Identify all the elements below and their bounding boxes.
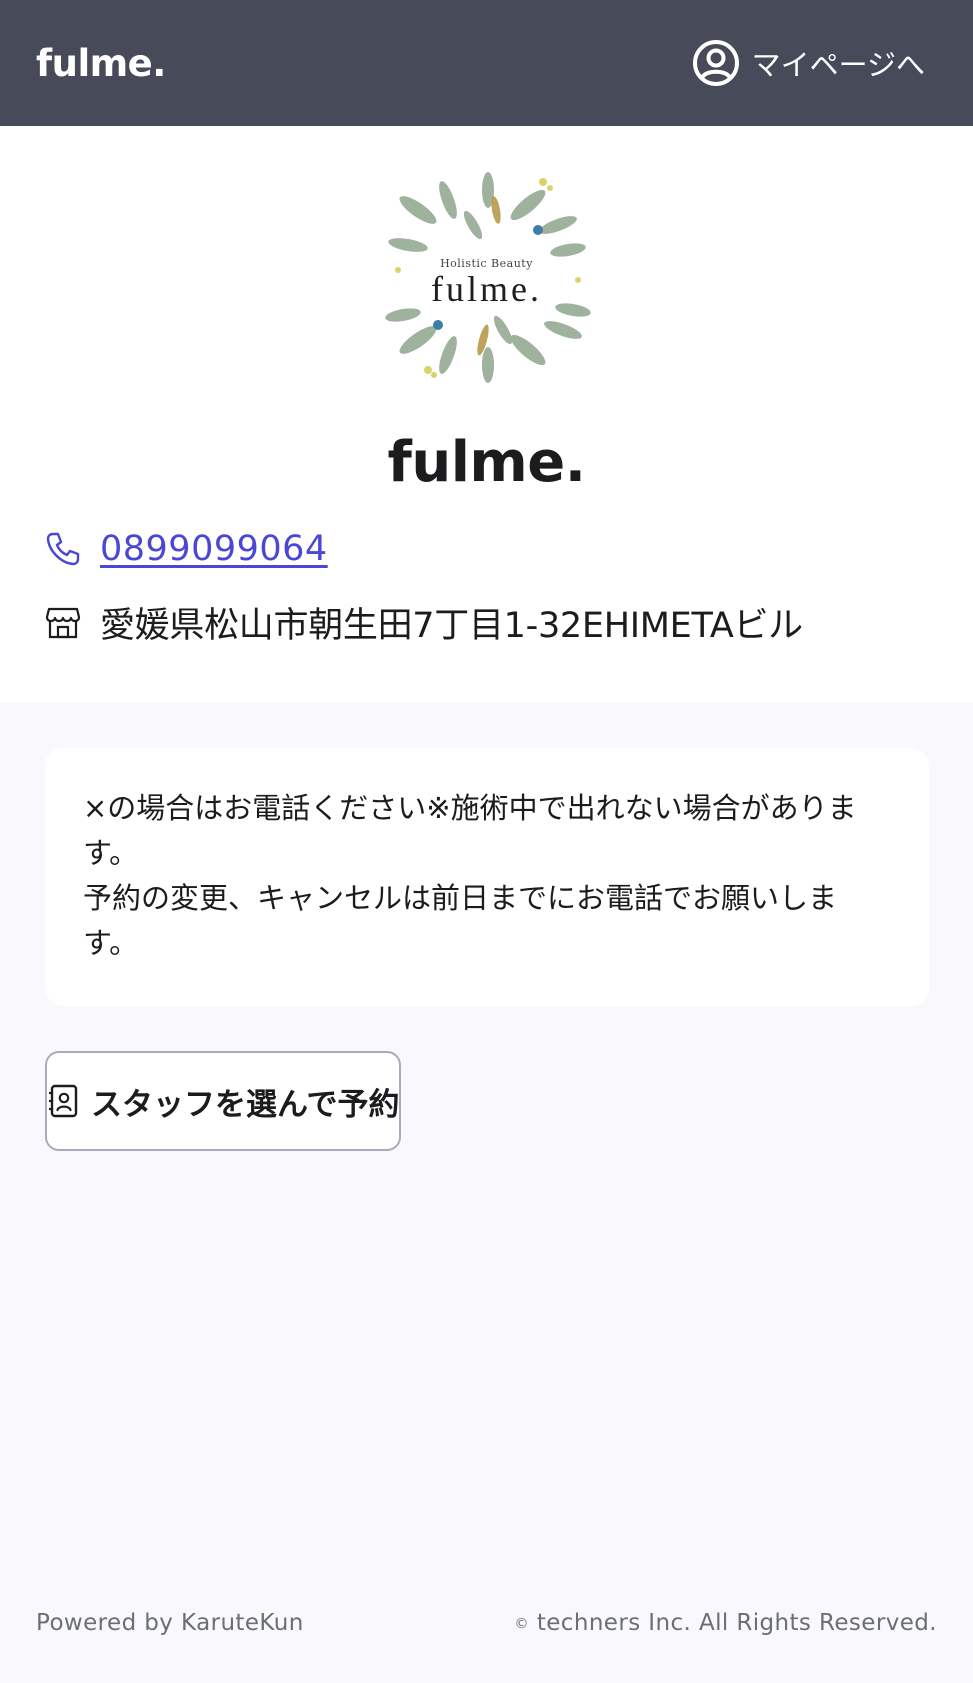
store-icon bbox=[44, 604, 82, 642]
copyright-label: techners Inc. All Rights Reserved. bbox=[536, 1610, 937, 1636]
copyright-text: © techners Inc. All Rights Reserved. bbox=[514, 1610, 937, 1636]
phone-link[interactable]: 0899099064 bbox=[100, 529, 328, 569]
user-circle-icon bbox=[692, 39, 740, 87]
brand-logo-text[interactable]: fulme. bbox=[36, 42, 166, 85]
copyright-mark: © bbox=[514, 1616, 529, 1632]
address-row: 愛媛県松山市朝生田7丁目1-32EHIMETAビル bbox=[0, 597, 973, 648]
powered-by-text: Powered by KaruteKun bbox=[36, 1610, 304, 1636]
notice-card: ×の場合はお電話ください※施術中で出れない場合があります。 予約の変更、キャンセ… bbox=[45, 748, 929, 1006]
reserve-button-label: スタッフを選んで予約 bbox=[91, 1086, 400, 1122]
shop-logo-image: Holistic Beauty fulme. bbox=[377, 170, 596, 388]
phone-row: 0899099064 bbox=[0, 529, 973, 569]
select-staff-reserve-button[interactable]: スタッフを選んで予約 bbox=[45, 1051, 402, 1151]
shop-name: fulme. bbox=[387, 430, 586, 495]
contact-card-icon bbox=[47, 1083, 81, 1119]
shop-address: 愛媛県松山市朝生田7丁目1-32EHIMETAビル bbox=[100, 606, 803, 646]
phone-icon bbox=[44, 530, 82, 568]
mypage-link[interactable]: マイページへ bbox=[692, 39, 925, 87]
app-header: fulme. マイページへ bbox=[0, 0, 973, 126]
footer: Powered by KaruteKun © techners Inc. All … bbox=[0, 1610, 973, 1636]
shop-info-section: Holistic Beauty fulme. fulme. 0899099064… bbox=[0, 126, 973, 703]
mypage-label: マイページへ bbox=[751, 48, 925, 82]
logo-title: fulme. bbox=[431, 269, 542, 309]
page: fulme. マイページへ Holistic Beauty fulme. ful… bbox=[0, 0, 973, 1683]
